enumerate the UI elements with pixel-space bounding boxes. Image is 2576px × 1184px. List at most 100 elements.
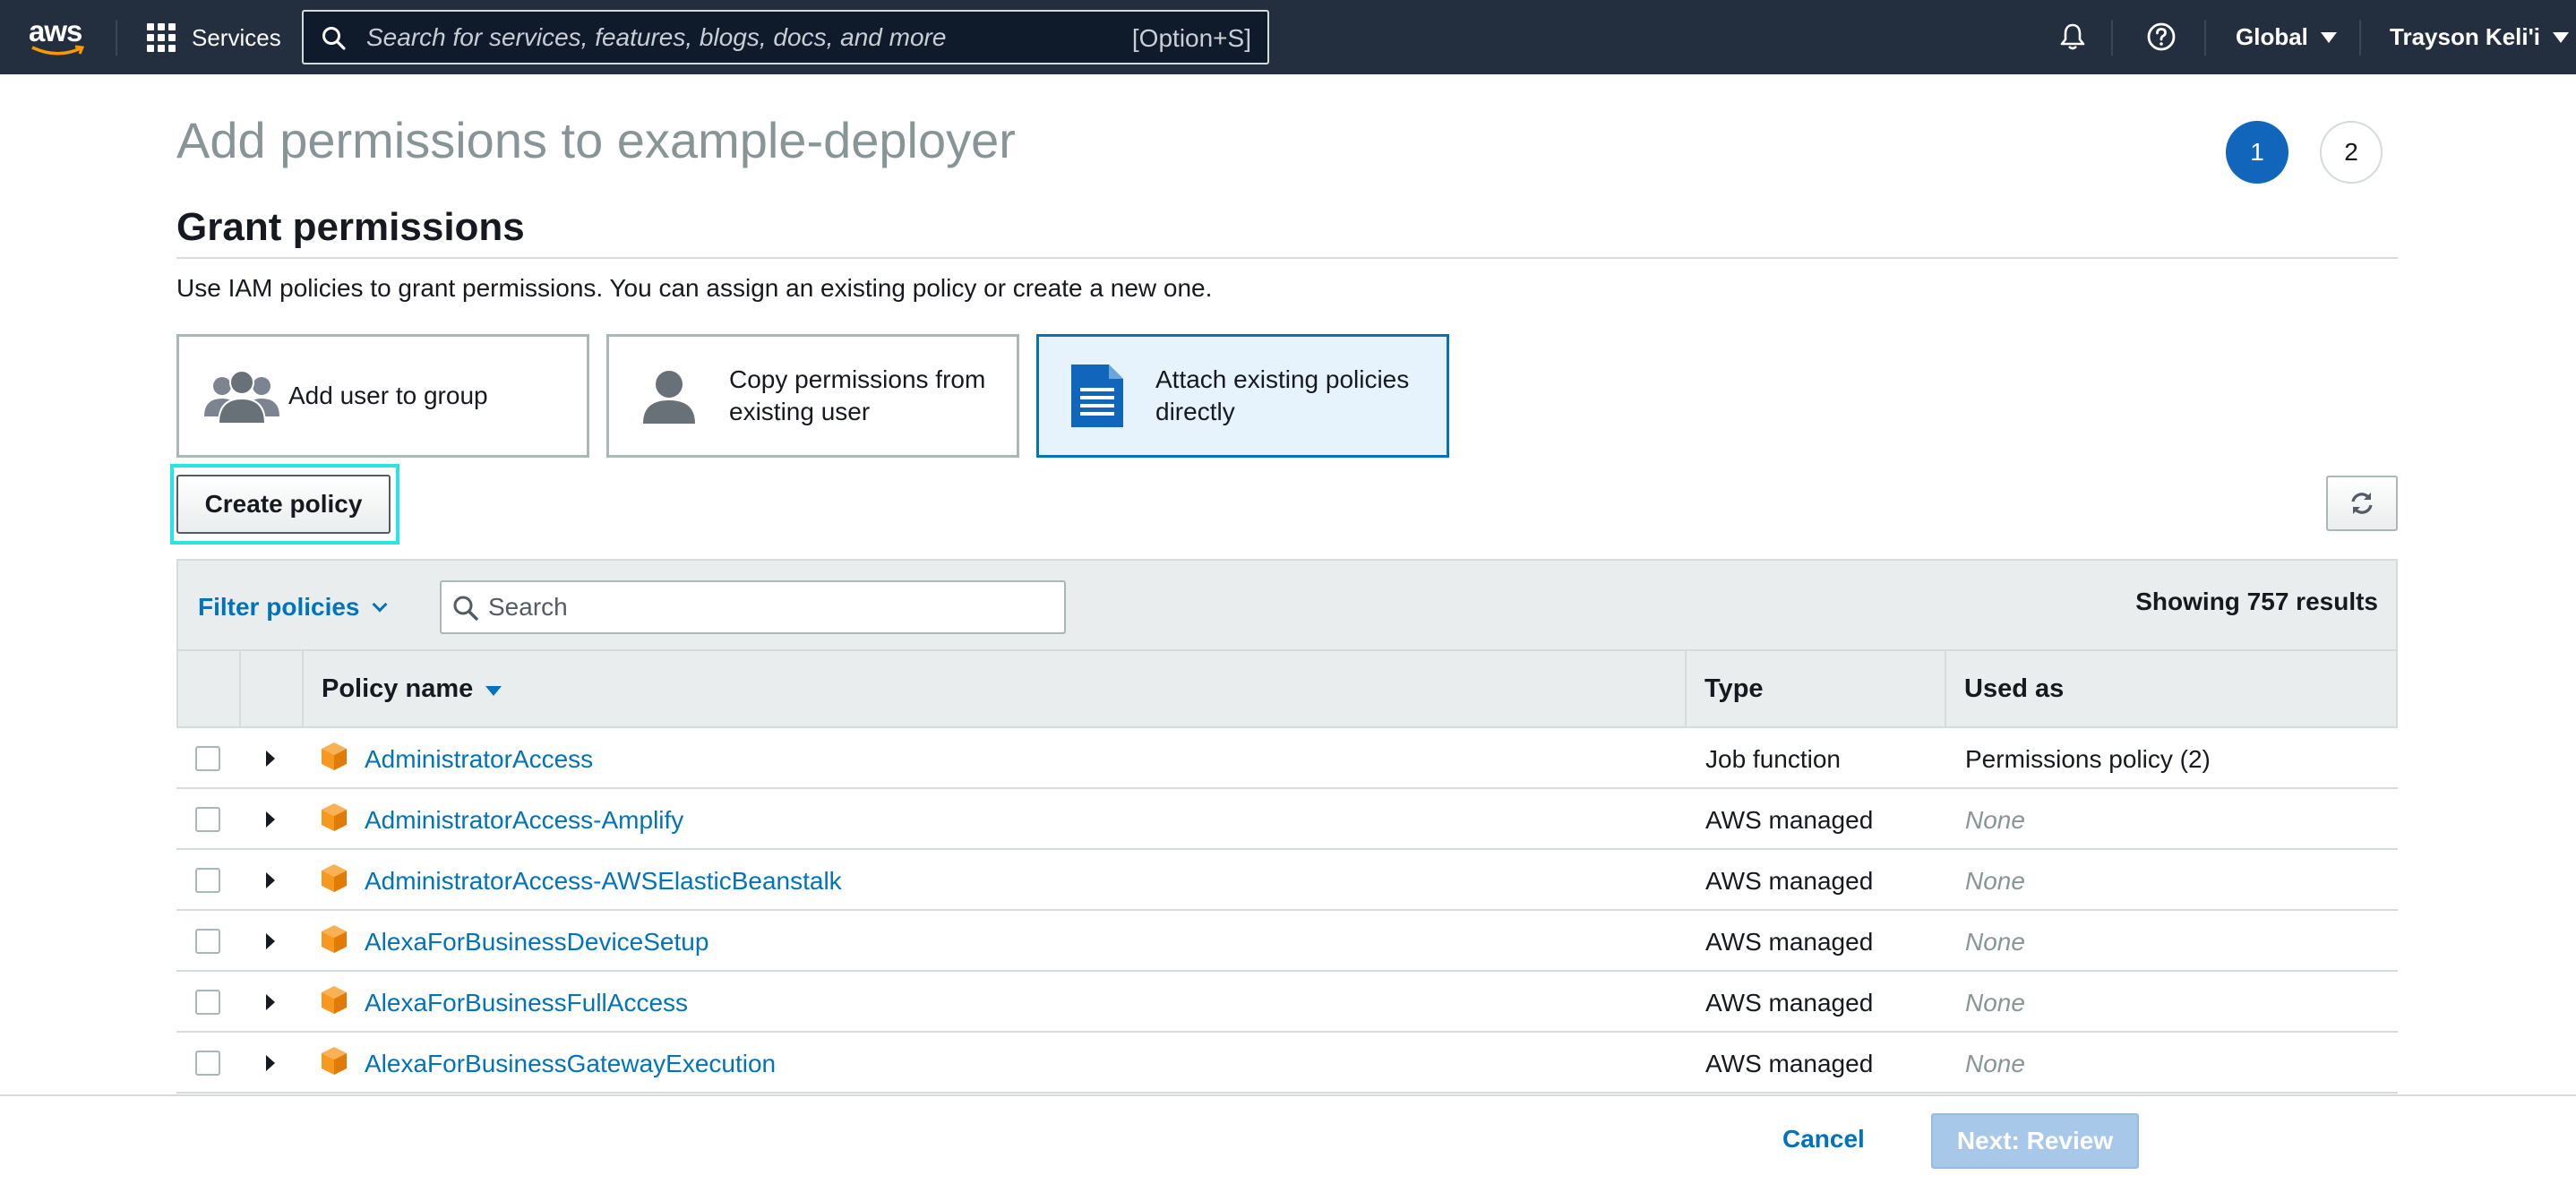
option-label: Add user to group: [288, 382, 488, 409]
grid-icon: [147, 23, 176, 52]
table-row: AdministratorAccess Job function Permiss…: [176, 728, 2398, 789]
policy-name-link[interactable]: AdministratorAccess-Amplify: [365, 806, 683, 835]
wizard-footer: Cancel Next: Review: [0, 1094, 2576, 1184]
expand-arrow-icon[interactable]: [266, 872, 275, 888]
header-select-column: [178, 651, 241, 726]
expand-arrow-icon[interactable]: [266, 994, 275, 1010]
policy-cube-icon: [322, 986, 347, 1014]
policy-name-link[interactable]: AdministratorAccess: [365, 745, 593, 774]
table-toolbar: Filter policies Showing 757 results: [176, 559, 2398, 651]
policy-used-as: None: [1965, 1050, 2025, 1077]
filter-policies-label: Filter policies: [198, 593, 360, 621]
caret-down-icon: [2553, 31, 2570, 43]
policy-type: Job function: [1705, 745, 1841, 773]
header-used-as-label: Used as: [1964, 674, 2065, 703]
services-label: Services: [192, 23, 281, 51]
nav-divider: [2359, 20, 2361, 56]
nav-divider: [2111, 20, 2113, 56]
policy-search-box[interactable]: [440, 580, 1066, 634]
search-shortcut-hint: [Option+S]: [1131, 24, 1251, 52]
policy-cube-icon: [322, 925, 347, 953]
expand-arrow-icon[interactable]: [266, 811, 275, 828]
policy-name-link[interactable]: AlexaForBusinessFullAccess: [365, 989, 688, 1017]
header-expand-column: [241, 651, 304, 726]
policy-name-link[interactable]: AdministratorAccess-AWSElasticBeanstalk: [365, 867, 842, 896]
services-menu-button[interactable]: Services: [147, 20, 281, 56]
row-checkbox[interactable]: [195, 868, 220, 893]
filter-policies-dropdown[interactable]: Filter policies: [198, 593, 387, 622]
policy-type: AWS managed: [1705, 806, 1874, 834]
table-row: AdministratorAccess-Amplify AWS managed …: [176, 789, 2398, 850]
expand-arrow-icon[interactable]: [266, 933, 275, 949]
row-checkbox[interactable]: [195, 1051, 220, 1076]
policy-name-link[interactable]: AlexaForBusinessGatewayExecution: [365, 1050, 776, 1078]
help-icon[interactable]: [2146, 21, 2177, 52]
expand-arrow-icon[interactable]: [266, 751, 275, 767]
policy-type: AWS managed: [1705, 1050, 1874, 1077]
policy-used-as: None: [1965, 867, 2025, 895]
policy-type: AWS managed: [1705, 928, 1874, 956]
section-description: Use IAM policies to grant permissions. Y…: [176, 274, 1213, 302]
global-search-bar[interactable]: [Option+S]: [302, 10, 1269, 64]
document-icon: [1071, 365, 1123, 427]
sort-descending-icon[interactable]: [485, 685, 502, 696]
option-add-user-to-group[interactable]: Add user to group: [176, 334, 589, 458]
header-policy-name-label: Policy name: [322, 674, 474, 703]
table-row: AlexaForBusinessFullAccess AWS managed N…: [176, 972, 2398, 1033]
option-label-line2: existing user: [729, 398, 871, 425]
refresh-button[interactable]: [2326, 476, 2398, 531]
next-review-button[interactable]: Next: Review: [1931, 1113, 2139, 1169]
policy-used-as: Permissions policy (2): [1965, 745, 2211, 773]
row-checkbox[interactable]: [195, 746, 220, 771]
table-header: Policy name Type Used as: [176, 651, 2398, 728]
page-title: Add permissions to example-deployer: [176, 112, 1016, 168]
row-checkbox[interactable]: [195, 929, 220, 954]
policy-cube-icon: [322, 864, 347, 892]
nav-divider: [2204, 20, 2206, 56]
chevron-down-icon: [372, 596, 387, 613]
row-checkbox[interactable]: [195, 807, 220, 832]
option-attach-existing-policies[interactable]: Attach existing policies directly: [1036, 334, 1449, 458]
policy-type: AWS managed: [1705, 867, 1874, 895]
policy-type: AWS managed: [1705, 989, 1874, 1017]
refresh-icon: [2351, 493, 2373, 514]
policy-search-input[interactable]: [488, 582, 1052, 632]
header-policy-name[interactable]: Policy name: [304, 651, 1687, 726]
nav-divider: [116, 20, 117, 56]
table-row: AlexaForBusinessGatewayExecution AWS man…: [176, 1033, 2398, 1094]
create-policy-button[interactable]: Create policy: [176, 475, 391, 534]
policy-cube-icon: [322, 1047, 347, 1075]
top-navigation-bar: aws Services [Option+S] Global Trays: [0, 0, 2576, 74]
policy-cube-icon: [322, 803, 347, 831]
bell-icon[interactable]: [2057, 21, 2088, 52]
header-used-as[interactable]: Used as: [1946, 651, 2398, 726]
caret-down-icon: [2320, 31, 2337, 43]
policy-used-as: None: [1965, 806, 2025, 834]
region-label: Global: [2236, 23, 2308, 50]
option-label-line1: Attach existing policies: [1155, 365, 1410, 393]
expand-arrow-icon[interactable]: [266, 1055, 275, 1071]
section-title: Grant permissions: [176, 205, 525, 249]
policy-used-as: None: [1965, 928, 2025, 956]
option-copy-permissions[interactable]: Copy permissions from existing user: [606, 334, 1019, 458]
policy-name-link[interactable]: AlexaForBusinessDeviceSetup: [365, 928, 708, 957]
search-icon: [453, 596, 478, 621]
global-search-input[interactable]: [366, 12, 1047, 63]
table-row: AlexaForBusinessDeviceSetup AWS managed …: [176, 911, 2398, 972]
results-count: Showing 757 results: [2135, 588, 2378, 615]
aws-logo[interactable]: aws: [29, 14, 91, 57]
account-menu[interactable]: Trayson Keli'i: [2390, 23, 2570, 51]
row-checkbox[interactable]: [195, 990, 220, 1015]
account-name: Trayson Keli'i: [2390, 23, 2541, 50]
region-selector[interactable]: Global: [2236, 23, 2337, 51]
aws-logo-text: aws: [29, 14, 82, 47]
user-icon: [643, 371, 695, 424]
policy-cube-icon: [322, 742, 347, 770]
cancel-button[interactable]: Cancel: [1782, 1125, 1865, 1154]
step-indicator-1: 1: [2226, 121, 2288, 184]
header-type[interactable]: Type: [1687, 651, 1946, 726]
option-label-line1: Copy permissions from: [729, 365, 986, 393]
section-divider: [176, 257, 2398, 259]
header-type-label: Type: [1704, 674, 1764, 703]
aws-smile-icon: [31, 45, 85, 56]
